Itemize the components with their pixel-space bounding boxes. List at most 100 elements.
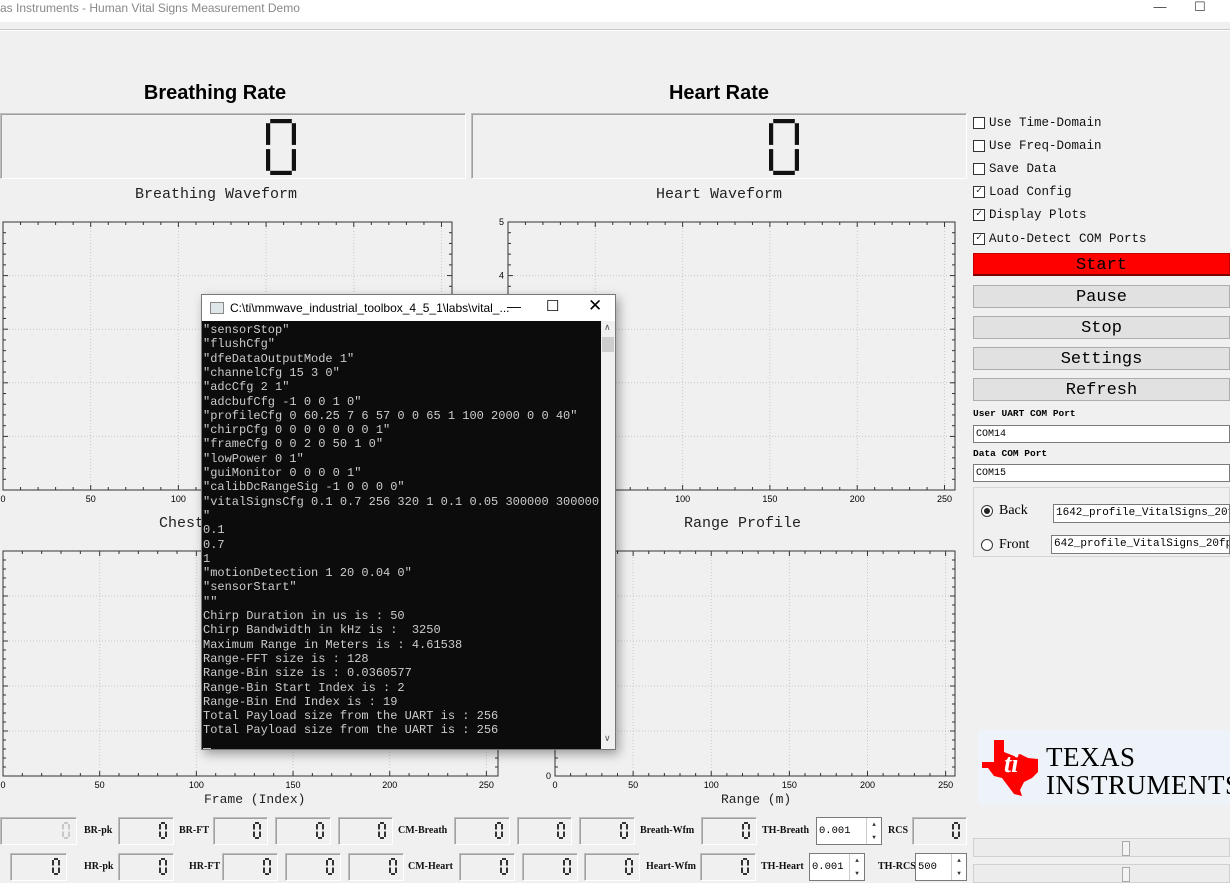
checkbox-checked-icon[interactable]: ✓ <box>973 209 985 221</box>
slider-handle[interactable] <box>1122 867 1131 882</box>
data-port-input[interactable]: COM15 <box>973 464 1230 482</box>
checkbox-unchecked-icon[interactable] <box>973 117 985 129</box>
lcd-segment <box>769 149 774 171</box>
console-line: Chirp Duration in us is : 50 <box>203 609 405 623</box>
lcd-digits <box>495 822 503 839</box>
maximize-icon[interactable]: ☐ <box>546 297 559 315</box>
lcd-digit <box>563 858 571 875</box>
front-profile-input[interactable]: 642_profile_VitalSigns_20fps_Front <box>1051 535 1230 554</box>
pause-button[interactable]: Pause <box>973 285 1230 308</box>
checkbox-save-data[interactable]: Save Data <box>973 160 1057 178</box>
lcd-segment <box>165 860 167 866</box>
console-line: "dfeDataOutputMode 1" <box>203 351 355 366</box>
heart-waveform-title: Heart Waveform <box>656 186 783 203</box>
checkbox-load-config[interactable]: ✓ Load Config <box>973 183 1072 201</box>
spinbox-value[interactable]: 0.001 <box>812 861 844 873</box>
uart-port-input[interactable]: COM14 <box>973 425 1230 443</box>
lcd-readout <box>338 817 393 845</box>
lcd-readout <box>10 853 67 881</box>
lcd-digit <box>52 858 60 875</box>
lcd-segment <box>265 873 269 875</box>
checkbox-auto-detect-com-ports[interactable]: ✓ Auto-Detect COM Ports <box>973 230 1147 248</box>
x-tick-label: 100 <box>704 780 719 790</box>
scroll-thumb[interactable] <box>602 337 614 352</box>
back-radio[interactable]: Back <box>981 503 1028 519</box>
refresh-button[interactable]: Refresh <box>973 378 1230 401</box>
lcd-digits <box>378 822 386 839</box>
checkbox-checked-icon[interactable]: ✓ <box>973 186 985 198</box>
slider[interactable] <box>973 864 1230 883</box>
scroll-up-icon[interactable]: ∧ <box>604 322 611 333</box>
lcd-segment <box>159 860 161 866</box>
front-radio[interactable]: Front <box>981 537 1029 553</box>
checkbox-unchecked-icon[interactable] <box>973 163 985 175</box>
lcd-segment <box>161 837 165 839</box>
lcd-readout <box>459 853 515 881</box>
lcd-segment <box>259 831 261 837</box>
spin-arrows-icon[interactable]: ▲ ▼ <box>951 854 966 880</box>
stop-button[interactable]: Stop <box>973 316 1230 339</box>
slider-handle[interactable] <box>1122 841 1131 856</box>
checkbox-use-time-domain[interactable]: Use Time-Domain <box>973 114 1102 132</box>
label-cm-heart: CM-Heart <box>408 861 453 872</box>
console-output[interactable]: "sensorStop" "flushCfg" "dfeDataOutputMode… <box>202 321 601 749</box>
x-tick-label: 50 <box>95 780 105 790</box>
lcd-segment <box>495 824 497 830</box>
start-button[interactable]: Start <box>973 253 1230 276</box>
settings-button[interactable]: Settings <box>973 347 1230 370</box>
slider[interactable] <box>973 838 1230 857</box>
lcd-segment <box>631 867 633 873</box>
maximize-icon[interactable]: ☐ <box>1185 0 1215 16</box>
console-scrollbar[interactable]: ∧ ∨ <box>601 321 615 749</box>
lcd-segment <box>389 867 391 873</box>
close-icon[interactable]: ✕ <box>588 296 602 316</box>
lcd-segment <box>794 123 799 145</box>
lcd-segment <box>253 831 255 837</box>
lcd-segment <box>270 119 292 124</box>
checkbox-display-plots[interactable]: ✓ Display Plots <box>973 206 1087 224</box>
threshold-spinbox[interactable]: 0.001 ▲ ▼ <box>816 817 882 845</box>
console-window[interactable]: C:\ti\mmwave_industrial_toolbox_4_5_1\la… <box>201 294 616 750</box>
x-tick-label: 150 <box>762 494 777 504</box>
lcd-segment <box>165 867 167 873</box>
lcd-readout <box>517 817 572 845</box>
lcd-segment <box>506 860 508 866</box>
lcd-segment <box>952 824 954 830</box>
breathing-rate-digits <box>266 119 296 175</box>
threshold-spinbox[interactable]: 0.001 ▲ ▼ <box>809 853 865 881</box>
lcd-segment <box>747 867 749 873</box>
lcd-segment <box>559 837 563 839</box>
radio-indicator[interactable] <box>981 539 993 551</box>
lcd-segment <box>506 867 508 873</box>
radio-indicator[interactable] <box>981 505 993 517</box>
lcd-readout <box>222 853 278 881</box>
minimize-icon[interactable]: — <box>1145 0 1175 16</box>
minimize-icon[interactable]: — <box>507 298 521 314</box>
checkbox-use-freq-domain[interactable]: Use Freq-Domain <box>973 137 1102 155</box>
lcd-digits <box>159 858 167 875</box>
spin-arrows-icon[interactable]: ▲ ▼ <box>849 854 864 880</box>
spin-arrows-icon[interactable]: ▲ ▼ <box>866 818 881 844</box>
threshold-spinbox[interactable]: 500 ▲ ▼ <box>915 853 967 881</box>
lcd-segment <box>291 123 296 145</box>
lcd-digits <box>625 858 633 875</box>
scroll-down-icon[interactable]: ∨ <box>604 733 611 744</box>
spinbox-value[interactable]: 0.001 <box>819 825 851 837</box>
checkbox-unchecked-icon[interactable] <box>973 140 985 152</box>
checkbox-checked-icon[interactable]: ✓ <box>973 233 985 245</box>
lcd-segment <box>557 831 559 837</box>
heart-rate-title: Heart Rate <box>668 82 770 104</box>
lcd-segment <box>500 867 502 873</box>
lcd-segment <box>742 824 744 830</box>
lcd-digits <box>52 858 60 875</box>
lcd-digits <box>620 822 628 839</box>
spinbox-value[interactable]: 500 <box>918 861 937 873</box>
x-tick-label: 250 <box>479 780 494 790</box>
lcd-segment <box>563 860 565 866</box>
heart-rate-digits <box>769 119 799 175</box>
console-line: Range-Bin End Index is : 19 <box>203 694 398 709</box>
lcd-segment <box>328 858 332 860</box>
lcd-segment <box>266 123 271 145</box>
back-profile-input[interactable]: 1642_profile_VitalSigns_20fps_Back <box>1053 504 1230 523</box>
lcd-segment <box>384 824 386 830</box>
